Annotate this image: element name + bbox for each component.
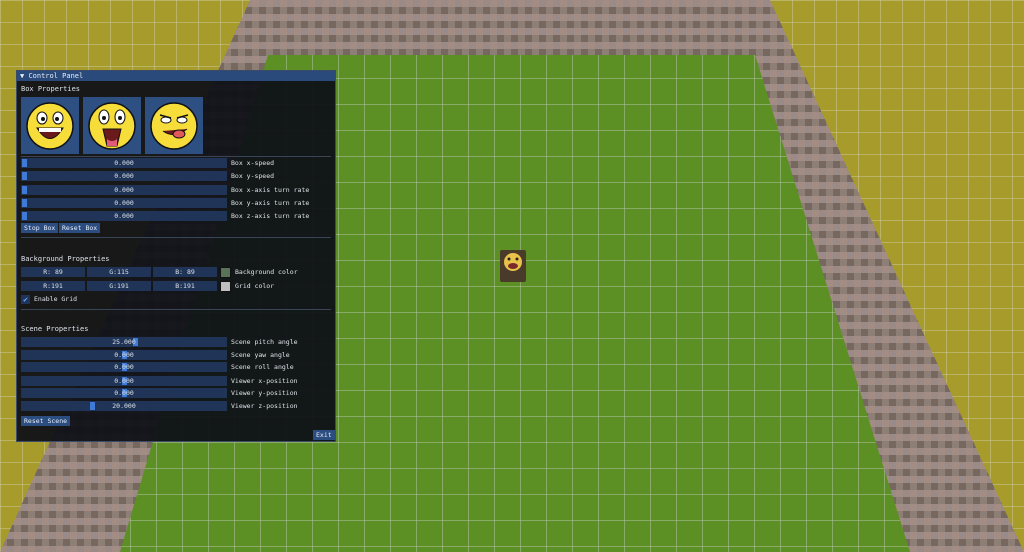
grid-color-label: Grid color xyxy=(235,282,275,290)
slider[interactable]: 0.000 xyxy=(21,362,227,373)
slider-label: Scene yaw angle xyxy=(231,350,290,359)
slider-value: 0.000 xyxy=(114,363,134,372)
face-shocked-icon[interactable] xyxy=(83,97,141,154)
grid-color-swatch[interactable] xyxy=(220,280,231,292)
bg-g-field[interactable]: G:115 xyxy=(87,267,151,277)
stop-box-button[interactable]: Stop Box xyxy=(21,223,59,233)
bg-color-swatch[interactable] xyxy=(220,266,231,278)
slider-row: 0.000 Box z-axis turn rate xyxy=(21,211,309,221)
slider-label: Scene roll angle xyxy=(231,363,294,372)
slider-label: Viewer x-position xyxy=(231,376,298,385)
reset-box-button[interactable]: Reset Box xyxy=(59,223,101,233)
slider[interactable]: 0.000 xyxy=(21,349,227,360)
reset-scene-button[interactable]: Reset Scene xyxy=(21,416,71,426)
face-tongue-icon[interactable] xyxy=(145,97,203,154)
slider-value: 0.000 xyxy=(114,389,134,398)
collapse-triangle-icon[interactable]: ▼ xyxy=(20,72,24,80)
enable-grid-label: Enable Grid xyxy=(34,295,78,303)
grid-b-field[interactable]: B:191 xyxy=(153,281,217,291)
slider[interactable]: 0.000 xyxy=(21,198,227,208)
slider-value: 0.000 xyxy=(114,350,134,359)
slider-label: Viewer y-position xyxy=(231,389,298,398)
slider-row: 0.000 Scene roll angle xyxy=(21,362,294,373)
slider[interactable]: 20.000 xyxy=(21,401,227,411)
enable-grid-checkbox[interactable]: ✔ xyxy=(21,294,30,304)
slider-row: 0.000 Box x-speed xyxy=(21,158,274,168)
slider[interactable]: 0.000 xyxy=(21,158,227,168)
exit-button[interactable]: Exit xyxy=(313,430,335,440)
grid-color-row: R:191 G:191 B:191 Grid color xyxy=(21,280,275,292)
grid-r-field[interactable]: R:191 xyxy=(21,281,85,291)
slider-value: 0.000 xyxy=(114,212,134,220)
slider-label: Box x-axis turn rate xyxy=(231,186,310,194)
slider-label: Box y-axis turn rate xyxy=(231,199,310,207)
panel-titlebar[interactable]: ▼ Control Panel xyxy=(17,71,335,81)
slider-row: 0.000 Box y-axis turn rate xyxy=(21,198,309,208)
slider[interactable]: 25.000 xyxy=(21,337,227,347)
bg-r-field[interactable]: R: 89 xyxy=(21,267,85,277)
slider[interactable]: 0.000 xyxy=(21,375,227,386)
bg-b-field[interactable]: B: 89 xyxy=(153,267,217,277)
slider-row: 0.000 Scene yaw angle xyxy=(21,349,290,360)
slider-row: 0.000 Viewer y-position xyxy=(21,388,298,399)
box-properties-heading: Box Properties xyxy=(21,85,81,93)
slider-label: Scene pitch angle xyxy=(231,338,298,346)
panel-title: Control Panel xyxy=(28,72,84,80)
slider-label: Box y-speed xyxy=(231,172,275,180)
slider[interactable]: 0.000 xyxy=(21,185,227,195)
slider-value: 25.000 xyxy=(112,338,136,346)
face-images xyxy=(21,97,203,154)
control-panel[interactable]: ▼ Control Panel Box Properties 0.000 Box … xyxy=(16,70,336,442)
slider-row: 0.000 Viewer x-position xyxy=(21,375,298,386)
slider-label: Box x-speed xyxy=(231,159,275,167)
scene-properties-heading: Scene Properties xyxy=(21,325,89,333)
slider-value: 0.000 xyxy=(114,199,134,207)
slider-row: 25.000 Scene pitch angle xyxy=(21,337,298,347)
background-properties-heading: Background Properties xyxy=(21,255,110,263)
slider-label: Box z-axis turn rate xyxy=(231,212,310,220)
slider-row: 0.000 Box x-axis turn rate xyxy=(21,185,309,195)
background-color-row: R: 89 G:115 B: 89 Background color xyxy=(21,266,298,278)
face-laughing-icon[interactable] xyxy=(21,97,79,154)
slider-value: 0.000 xyxy=(114,159,134,167)
slider[interactable]: 0.000 xyxy=(21,211,227,221)
slider[interactable]: 0.000 xyxy=(21,171,227,181)
slider-value: 0.000 xyxy=(114,186,134,194)
spinning-box xyxy=(500,250,526,282)
bg-color-label: Background color xyxy=(235,268,298,276)
slider[interactable]: 0.000 xyxy=(21,388,227,399)
slider-row: 20.000 Viewer z-position xyxy=(21,401,298,411)
slider-value: 20.000 xyxy=(112,402,136,410)
grid-g-field[interactable]: G:191 xyxy=(87,281,151,291)
enable-grid-row: ✔ Enable Grid xyxy=(21,294,77,304)
slider-value: 0.000 xyxy=(114,376,134,385)
slider-value: 0.000 xyxy=(114,172,134,180)
slider-row: 0.000 Box y-speed xyxy=(21,171,274,181)
slider-label: Viewer z-position xyxy=(231,402,298,410)
